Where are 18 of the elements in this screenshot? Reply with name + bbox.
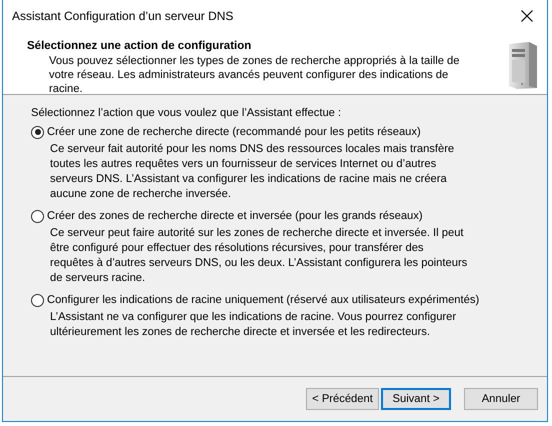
page-heading: Sélectionnez une action de configuration — [27, 40, 252, 52]
wizard-button[interactable]: < Précédent — [306, 388, 379, 410]
option-description: Ce serveur peut faire autorité sur les zones de recherche directe et inversée. Il peut être configuré pour effectuer des résolutions récursives, pour transférer des requêtes à d’autres serveurs DNS, ou les deux. L’Assistant configurera les pointeurs de serveurs racine. — [49, 226, 468, 286]
radio-option[interactable]: Créer une zone de recherche directe (recommandé pour les petits réseaux) — [31, 124, 527, 140]
page-description: Vous pouvez sélectionner les types de zones de recherche appropriés à la taille de votre réseau. Les administrateurs avancés peuvent configurer des indications de racine. — [48, 54, 460, 96]
radio-option[interactable]: Créer des zones de recherche directe et inversée (pour les grands réseaux) — [31, 208, 527, 224]
wizard-button[interactable]: Suivant > — [381, 388, 451, 410]
option-description: L’Assistant ne va configurer que les indications de racine. Vous pourrez configurer ultérieurement les zones de recherche directe et inversée et les redirecteurs. — [49, 310, 458, 340]
radio-option[interactable]: Configurer les indications de racine uniquement (réservé aux utilisateurs expérimentés) — [31, 292, 527, 308]
window-title: Assistant Configuration d’un serveur DNS — [12, 8, 234, 22]
server-icon — [507, 40, 539, 90]
close-icon — [521, 10, 533, 22]
prompt-text: Sélectionnez l’action que vous voulez que l’Assistant effectue : — [31, 107, 342, 119]
radio-button[interactable] — [31, 210, 44, 222]
wizard-button[interactable]: Annuler — [464, 388, 538, 410]
radio-button[interactable] — [31, 294, 44, 306]
option-description: Ce serveur fait autorité pour les noms DNS des ressources locales mais transfère toutes les autres requêtes vers un fournisseur de services Internet ou d’autres serveurs DNS. L’Assistant va configurer les indications de racine mais ne créera aucune zone de recherche inversée. — [49, 142, 456, 202]
radio-button[interactable] — [31, 126, 44, 138]
